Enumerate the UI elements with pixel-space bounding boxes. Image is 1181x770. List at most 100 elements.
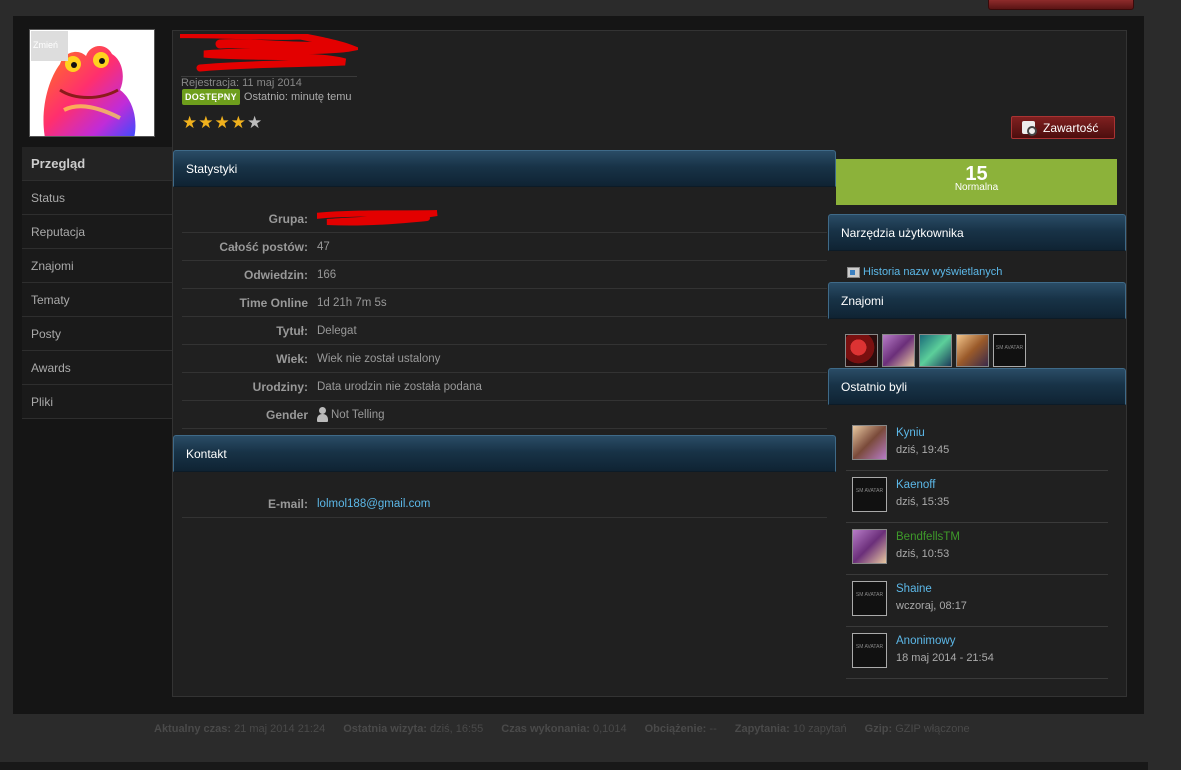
stat-row-time-online: Time Online 1d 21h 7m 5s: [182, 289, 827, 317]
stat-value: Delegat: [317, 324, 357, 337]
online-badge: DOSTĘPNY: [182, 89, 240, 105]
footer-last-visit: Ostatnia wizyta: dziś, 16:55: [343, 723, 483, 735]
visitor-item: Kyniu dziś, 19:45: [846, 419, 1108, 471]
footer-value: GZIP włączone: [895, 723, 970, 735]
friend-avatar[interactable]: [845, 334, 878, 367]
footer-load: Obciążenie: --: [645, 723, 717, 735]
tab-overview[interactable]: Przegląd: [22, 147, 172, 181]
visitor-name[interactable]: Kaenoff: [896, 479, 935, 491]
visitor-avatar[interactable]: SM AVATAR: [852, 477, 887, 512]
friend-avatar[interactable]: [956, 334, 989, 367]
tab-friends[interactable]: Znajomi: [22, 249, 172, 283]
visitor-name[interactable]: BendfellsTM: [896, 531, 960, 543]
email-link[interactable]: lolmol188@gmail.com: [317, 498, 430, 510]
reputation-label: Normalna: [954, 182, 999, 193]
rating-stars[interactable]: ★ ★ ★ ★ ★: [182, 114, 262, 132]
visitor-name[interactable]: Anonimowy: [896, 635, 955, 647]
stat-label: Gender: [265, 407, 308, 422]
gender-value: Not Telling: [331, 408, 385, 421]
stat-label: Urodziny:: [252, 379, 308, 394]
footer-value: 0,1014: [592, 723, 627, 735]
tab-status[interactable]: Status: [22, 181, 172, 215]
friend-avatar[interactable]: [919, 334, 952, 367]
visitor-time: wczoraj, 08:17: [896, 600, 967, 612]
visitor-time: dziś, 10:53: [896, 548, 950, 560]
profile-tabs: Przegląd Status Reputacja Znajomi Tematy…: [22, 147, 172, 419]
tab-reputation[interactable]: Reputacja: [22, 215, 172, 249]
star-icon[interactable]: ★: [198, 114, 213, 132]
footer-label: Czas wykonania:: [501, 723, 590, 735]
star-icon[interactable]: ★: [247, 114, 262, 132]
visitor-item: SM AVATAR Shaine wczoraj, 08:17: [846, 575, 1108, 627]
stat-row-gender: Gender Not Telling: [182, 401, 827, 429]
visitor-name[interactable]: Kyniu: [896, 427, 925, 439]
history-icon: [847, 266, 860, 278]
visitor-name[interactable]: Shaine: [896, 583, 932, 595]
visitor-avatar[interactable]: SM AVATAR: [852, 633, 887, 668]
top-menu-tab[interactable]: [988, 0, 1134, 10]
avatar[interactable]: Zmień: [29, 29, 155, 137]
online-status: DOSTĘPNY Ostatnio: minutę temu: [182, 89, 352, 105]
tab-topics[interactable]: Tematy: [22, 283, 172, 317]
footer-value: 10 zapytań: [792, 723, 847, 735]
no-avatar-text: SM AVATAR: [995, 345, 1024, 351]
stat-value: 47: [317, 240, 330, 253]
registration-date: Rejestracja: 11 maj 2014: [181, 76, 357, 89]
visitor-time: dziś, 15:35: [896, 496, 950, 508]
visitor-avatar[interactable]: [852, 425, 887, 460]
display-name-history-link[interactable]: Historia nazw wyświetlanych: [847, 266, 1002, 278]
reputation-value: 15: [965, 163, 988, 185]
visitor-item: SM AVATAR Anonimowy 18 maj 2014 - 21:54: [846, 627, 1108, 679]
no-avatar-text: SM AVATAR: [855, 644, 884, 650]
footer-current-time: Aktualny czas: 21 maj 2014 21:24: [154, 723, 325, 735]
content-button[interactable]: Zawartość: [1011, 116, 1115, 139]
footer-exec-time: Czas wykonania: 0,1014: [501, 723, 626, 735]
visitor-item: SM AVATAR Kaenoff dziś, 15:35: [846, 471, 1108, 523]
tab-files[interactable]: Pliki: [22, 385, 172, 419]
footer-stats: Aktualny czas: 21 maj 2014 21:24 Ostatni…: [154, 723, 970, 735]
footer-label: Obciążenie:: [644, 723, 707, 735]
stat-value: Data urodzin nie została podana: [317, 380, 482, 393]
tab-posts[interactable]: Posty: [22, 317, 172, 351]
user-tools-header: Narzędzia użytkownika: [828, 214, 1126, 251]
contact-header: Kontakt: [173, 435, 836, 472]
tab-awards[interactable]: Awards: [22, 351, 172, 385]
stats-header: Statystyki: [173, 150, 836, 187]
stat-value: 166: [317, 268, 337, 281]
visitor-avatar[interactable]: [852, 529, 887, 564]
stat-row-posts: Całość postów: 47: [182, 233, 827, 261]
footer-label: Zapytania:: [734, 723, 790, 735]
footer-label: Gzip:: [864, 723, 893, 735]
stat-row-age: Wiek: Wiek nie został ustalony: [182, 345, 827, 373]
star-icon[interactable]: ★: [215, 114, 230, 132]
stat-label: Wiek:: [276, 351, 308, 366]
reputation-box: 15 Normalna: [836, 159, 1117, 205]
friend-avatar[interactable]: [882, 334, 915, 367]
star-icon[interactable]: ★: [182, 114, 197, 132]
redaction-scribble: [128, 31, 363, 72]
stat-value: Wiek nie został ustalony: [317, 352, 441, 365]
visitor-time: 18 maj 2014 - 21:54: [896, 652, 994, 664]
stat-value: Not Telling: [317, 407, 385, 422]
visitor-avatar[interactable]: SM AVATAR: [852, 581, 887, 616]
no-avatar-text: SM AVATAR: [855, 488, 884, 494]
username-redacted: [128, 31, 363, 76]
footer-value: dziś, 16:55: [430, 723, 484, 735]
footer-value: --: [709, 723, 717, 735]
search-document-icon: [1022, 121, 1037, 136]
stat-row-birthday: Urodziny: Data urodzin nie została podan…: [182, 373, 827, 401]
email-label: E-mail:: [267, 496, 308, 511]
bottom-bar: [0, 762, 1148, 770]
visitor-item: BendfellsTM dziś, 10:53: [846, 523, 1108, 575]
display-name-history-label: Historia nazw wyświetlanych: [863, 266, 1003, 278]
footer-label: Aktualny czas:: [154, 723, 232, 735]
stat-row-group: Grupa:: [182, 205, 827, 233]
star-icon[interactable]: ★: [231, 114, 246, 132]
stat-label: Grupa:: [268, 211, 308, 226]
friend-avatar[interactable]: SM AVATAR: [993, 334, 1026, 367]
stat-value: [317, 208, 457, 230]
contact-row-email: E-mail: lolmol188@gmail.com: [182, 490, 827, 518]
visitor-time: dziś, 19:45: [896, 444, 950, 456]
change-avatar-label[interactable]: Zmień: [31, 31, 68, 61]
stat-value: 1d 21h 7m 5s: [317, 296, 387, 309]
